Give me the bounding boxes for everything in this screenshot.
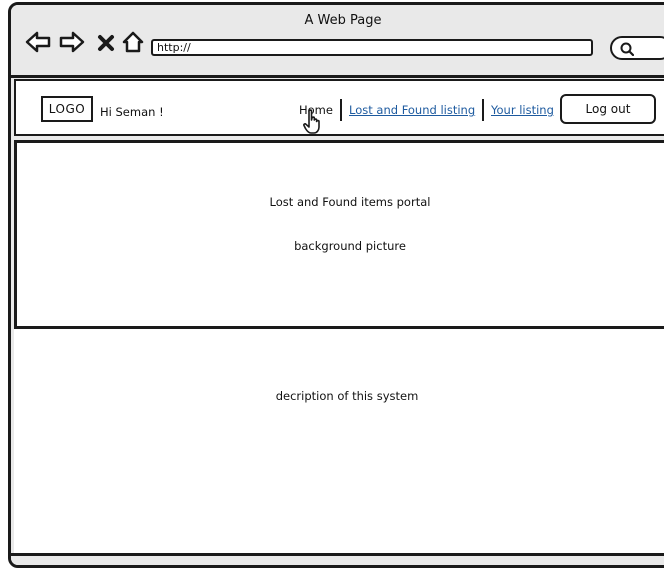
forward-arrow-icon[interactable] — [59, 31, 85, 53]
logout-button[interactable]: Log out — [560, 94, 656, 124]
resize-grip-icon[interactable] — [657, 558, 664, 568]
browser-window: A Web Page http:// LOGO Hi Seman ! Home — [8, 2, 664, 568]
status-bar — [11, 553, 664, 568]
browser-titlebar: A Web Page http:// — [11, 5, 664, 78]
stop-icon[interactable] — [97, 34, 115, 52]
search-icon — [620, 42, 634, 56]
home-icon[interactable] — [121, 30, 145, 54]
hero-background-note: background picture — [294, 239, 406, 253]
user-greeting: Hi Seman ! — [100, 105, 164, 119]
hand-cursor-icon — [303, 109, 320, 134]
description-section: decription of this system — [14, 329, 664, 553]
system-description: decription of this system — [275, 389, 419, 403]
address-bar[interactable]: http:// — [151, 39, 593, 56]
back-arrow-icon[interactable] — [25, 31, 51, 53]
hero-banner: Lost and Found items portal background p… — [14, 140, 664, 329]
nav-separator — [482, 99, 484, 121]
nav-lost-and-found-listing[interactable]: Lost and Found listing — [349, 103, 475, 117]
search-button[interactable] — [610, 36, 664, 60]
hero-title: Lost and Found items portal — [269, 195, 431, 209]
nav-your-listing[interactable]: Your listing — [491, 103, 554, 117]
nav-separator — [340, 99, 342, 121]
window-title: A Web Page — [304, 13, 382, 28]
site-header: LOGO Hi Seman ! Home Lost and Found list… — [14, 79, 664, 136]
logo: LOGO — [41, 96, 93, 122]
